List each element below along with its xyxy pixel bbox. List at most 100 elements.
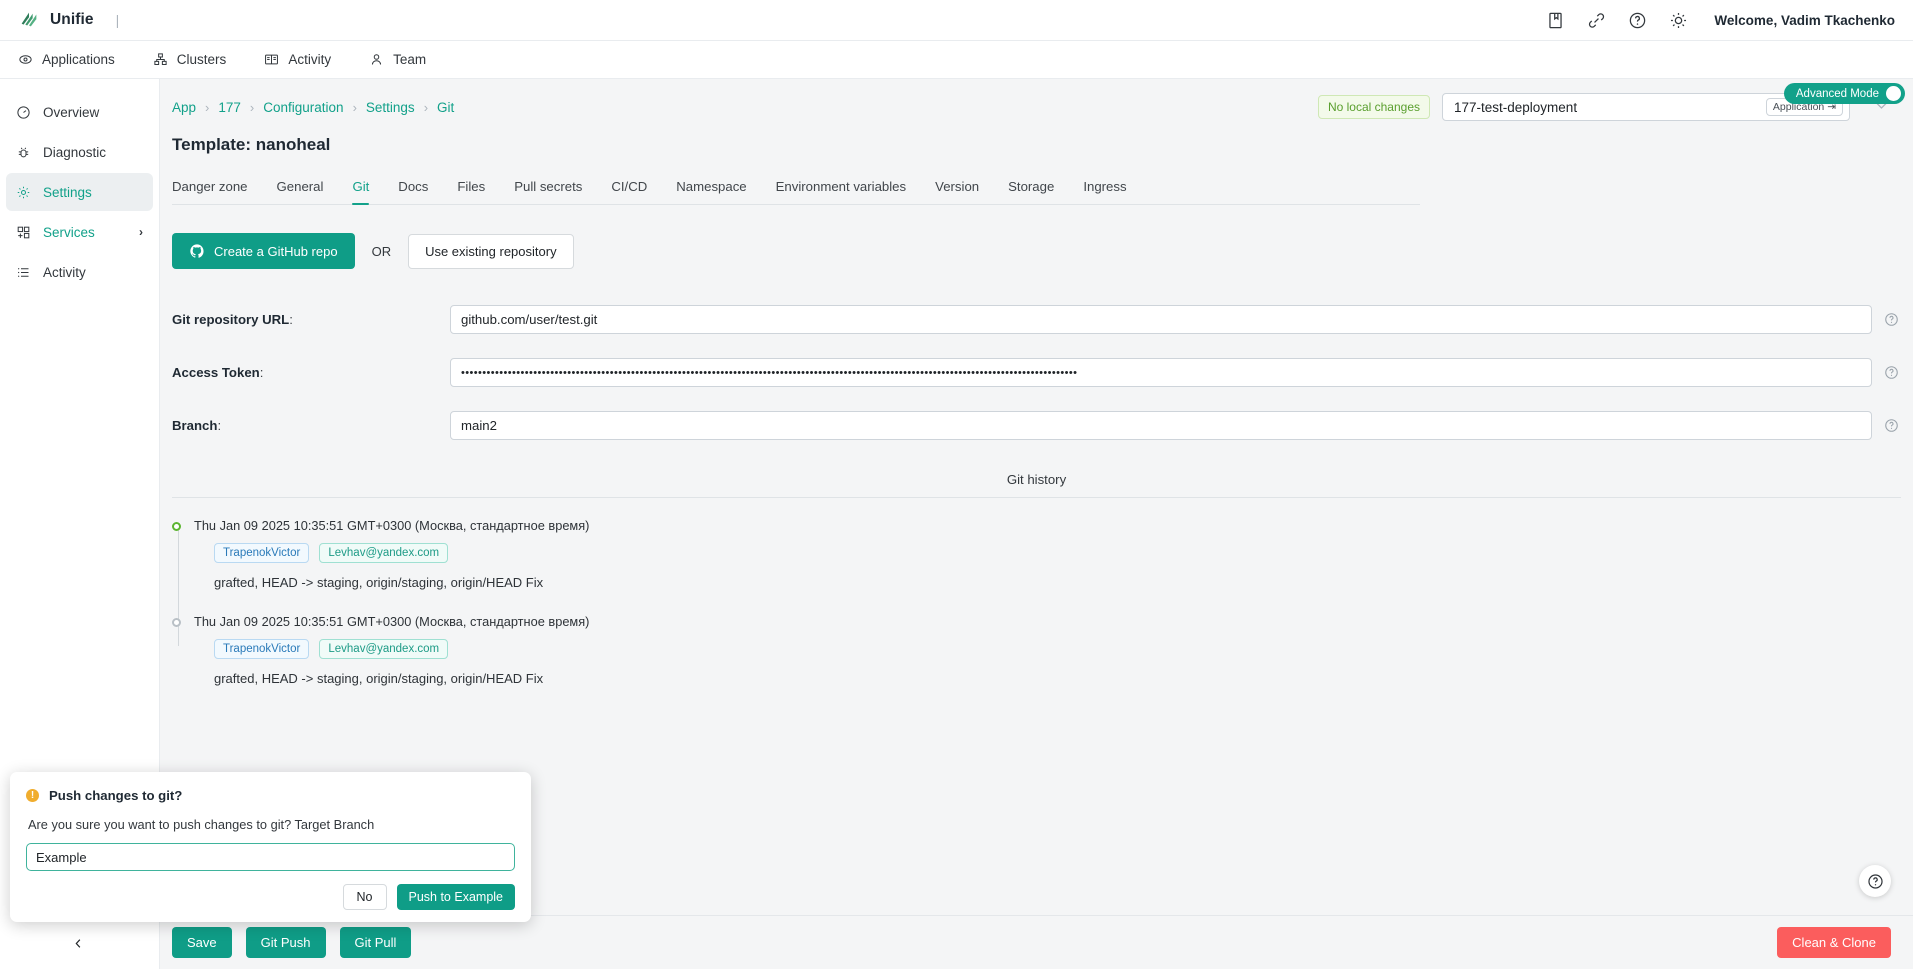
nav-item-activity[interactable]: Activity [260, 48, 335, 71]
commit-message: grafted, HEAD -> staging, origin/staging… [214, 671, 544, 686]
git-repository-url-input[interactable] [450, 305, 1872, 334]
github-icon [190, 244, 204, 258]
sidebar-collapse-button[interactable] [66, 931, 90, 955]
label-colon: : [259, 365, 264, 380]
breadcrumb-sep-icon: › [249, 99, 255, 115]
git-history-title: Git history [1006, 472, 1067, 487]
breadcrumb-item-177[interactable]: 177 [218, 100, 241, 115]
sidebar-label-overview: Overview [43, 104, 100, 120]
tab-ci-cd[interactable]: CI/CD [611, 173, 647, 204]
commit-item[interactable]: Thu Jan 09 2025 10:35:51 GMT+0300 (Москв… [172, 518, 1913, 590]
page-title: Template: nanoheal [172, 135, 331, 154]
git-push-button[interactable]: Git Push [245, 927, 326, 958]
breadcrumb-sep-icon: › [205, 99, 210, 115]
breadcrumb-bar: App › 177 › Configuration › Settings › G… [160, 79, 1913, 121]
save-button[interactable]: Save [172, 927, 232, 958]
git-history-list: Thu Jan 09 2025 10:35:51 GMT+0300 (Москв… [172, 518, 1913, 686]
commit-date: Thu Jan 09 2025 10:35:51 GMT+0300 (Москв… [194, 614, 590, 629]
nav-item-team[interactable]: Team [365, 48, 430, 71]
tab-docs[interactable]: Docs [398, 173, 428, 204]
help-fab-button[interactable] [1859, 865, 1891, 897]
breadcrumb-item-git[interactable]: Git [437, 100, 454, 115]
deployment-value: 177-test-deployment [1454, 99, 1578, 115]
help-circle-icon[interactable] [1884, 365, 1899, 380]
commit-author-chip: TrapenokVictor [214, 543, 310, 563]
or-label: OR [371, 243, 392, 259]
create-github-repo-button[interactable]: Create a GitHub repo [172, 233, 355, 269]
commit-item[interactable]: Thu Jan 09 2025 10:35:51 GMT+0300 (Москв… [172, 614, 1913, 686]
sidebar-item-settings[interactable]: Settings [6, 173, 153, 211]
list-icon [18, 267, 29, 277]
top-bar: Unifie | Welcome, Vadim Tkachenko [0, 0, 1913, 41]
tab-version[interactable]: Version [935, 173, 979, 204]
dialog-no-button[interactable]: No [342, 884, 387, 910]
advanced-mode-toggle[interactable]: Advanced Mode [1783, 83, 1905, 104]
breadcrumb-item-settings[interactable]: Settings [366, 100, 415, 115]
nav-label-activity: Activity [288, 52, 332, 67]
commit-dot-icon [172, 618, 181, 627]
tab-storage[interactable]: Storage [1008, 173, 1054, 204]
top-bar-actions: Welcome, Vadim Tkachenko [1546, 11, 1895, 30]
breadcrumb-sep-icon: › [423, 99, 429, 115]
toggle-knob [1886, 86, 1901, 101]
sidebar-item-diagnostic[interactable]: Diagnostic [6, 133, 153, 171]
label-colon: : [217, 418, 222, 433]
brand[interactable]: Unifie | [18, 9, 119, 31]
nav-item-applications[interactable]: Applications [14, 48, 119, 71]
unifie-logo-icon [21, 12, 37, 27]
form-row-git-url: Git repository URL: [172, 305, 1899, 334]
breadcrumb-item-app[interactable]: App [172, 100, 196, 115]
breadcrumb-item-configuration[interactable]: Configuration [263, 100, 343, 115]
nav-label-applications: Applications [42, 52, 115, 67]
git-pull-button[interactable]: Git Pull [339, 927, 412, 958]
tab-danger-zone[interactable]: Danger zone [172, 173, 248, 204]
chevron-right-icon: › [139, 225, 143, 239]
help-circle-icon[interactable] [1884, 418, 1899, 433]
welcome-text: Welcome, Vadim Tkachenko [1714, 12, 1895, 28]
sun-icon[interactable] [1669, 11, 1688, 30]
status-badge-no-local-changes: No local changes [1317, 95, 1430, 119]
help-circle-icon[interactable] [1884, 312, 1899, 327]
create-github-repo-label: Create a GitHub repo [214, 243, 338, 259]
gauge-icon [17, 105, 30, 119]
label-branch: Branch: [172, 418, 450, 433]
use-existing-repository-button[interactable]: Use existing repository [408, 233, 574, 269]
label-access-token: Access Token: [172, 365, 450, 380]
access-token-input[interactable] [450, 358, 1872, 387]
tab-environment-variables[interactable]: Environment variables [776, 173, 906, 204]
branch-input[interactable] [450, 411, 1872, 440]
form-row-access-token: Access Token: [172, 358, 1899, 387]
sidebar-item-activity[interactable]: Activity [6, 253, 153, 291]
use-existing-repository-label: Use existing repository [425, 243, 557, 259]
nav-label-team: Team [393, 52, 427, 67]
brand-separator: | [115, 12, 120, 28]
tab-general[interactable]: General [277, 173, 324, 204]
tab-git[interactable]: Git [352, 173, 369, 205]
form-row-branch: Branch: [172, 411, 1899, 440]
clean-and-clone-button[interactable]: Clean & Clone [1777, 927, 1891, 958]
bug-icon [18, 147, 29, 157]
sidebar-label-settings: Settings [43, 184, 92, 200]
tab-ingress[interactable]: Ingress [1083, 173, 1126, 204]
label-text: Git repository URL [172, 312, 290, 327]
commit-dot-current-icon [172, 522, 181, 531]
sidebar-label-activity: Activity [43, 264, 86, 280]
divider [172, 497, 1901, 498]
breadcrumb: App › 177 › Configuration › Settings › G… [172, 100, 454, 115]
book-icon[interactable] [1546, 11, 1565, 30]
person-icon [372, 54, 382, 65]
target-branch-input[interactable] [26, 843, 515, 871]
tab-files[interactable]: Files [457, 173, 485, 204]
sidebar-item-services[interactable]: Services › [6, 213, 153, 251]
dialog-title: Push changes to git? [49, 788, 183, 803]
link-icon[interactable] [1587, 11, 1606, 30]
help-circle-icon [1867, 873, 1883, 889]
help-circle-icon[interactable] [1628, 11, 1647, 30]
sidebar-item-overview[interactable]: Overview [6, 93, 153, 131]
tab-namespace[interactable]: Namespace [676, 173, 746, 204]
tab-pull-secrets[interactable]: Pull secrets [514, 173, 582, 204]
dialog-push-button[interactable]: Push to Example [396, 884, 515, 910]
nav-item-clusters[interactable]: Clusters [149, 48, 231, 71]
main-nav: Applications Clusters Activity Team [0, 41, 1913, 79]
label-colon: : [289, 312, 293, 327]
